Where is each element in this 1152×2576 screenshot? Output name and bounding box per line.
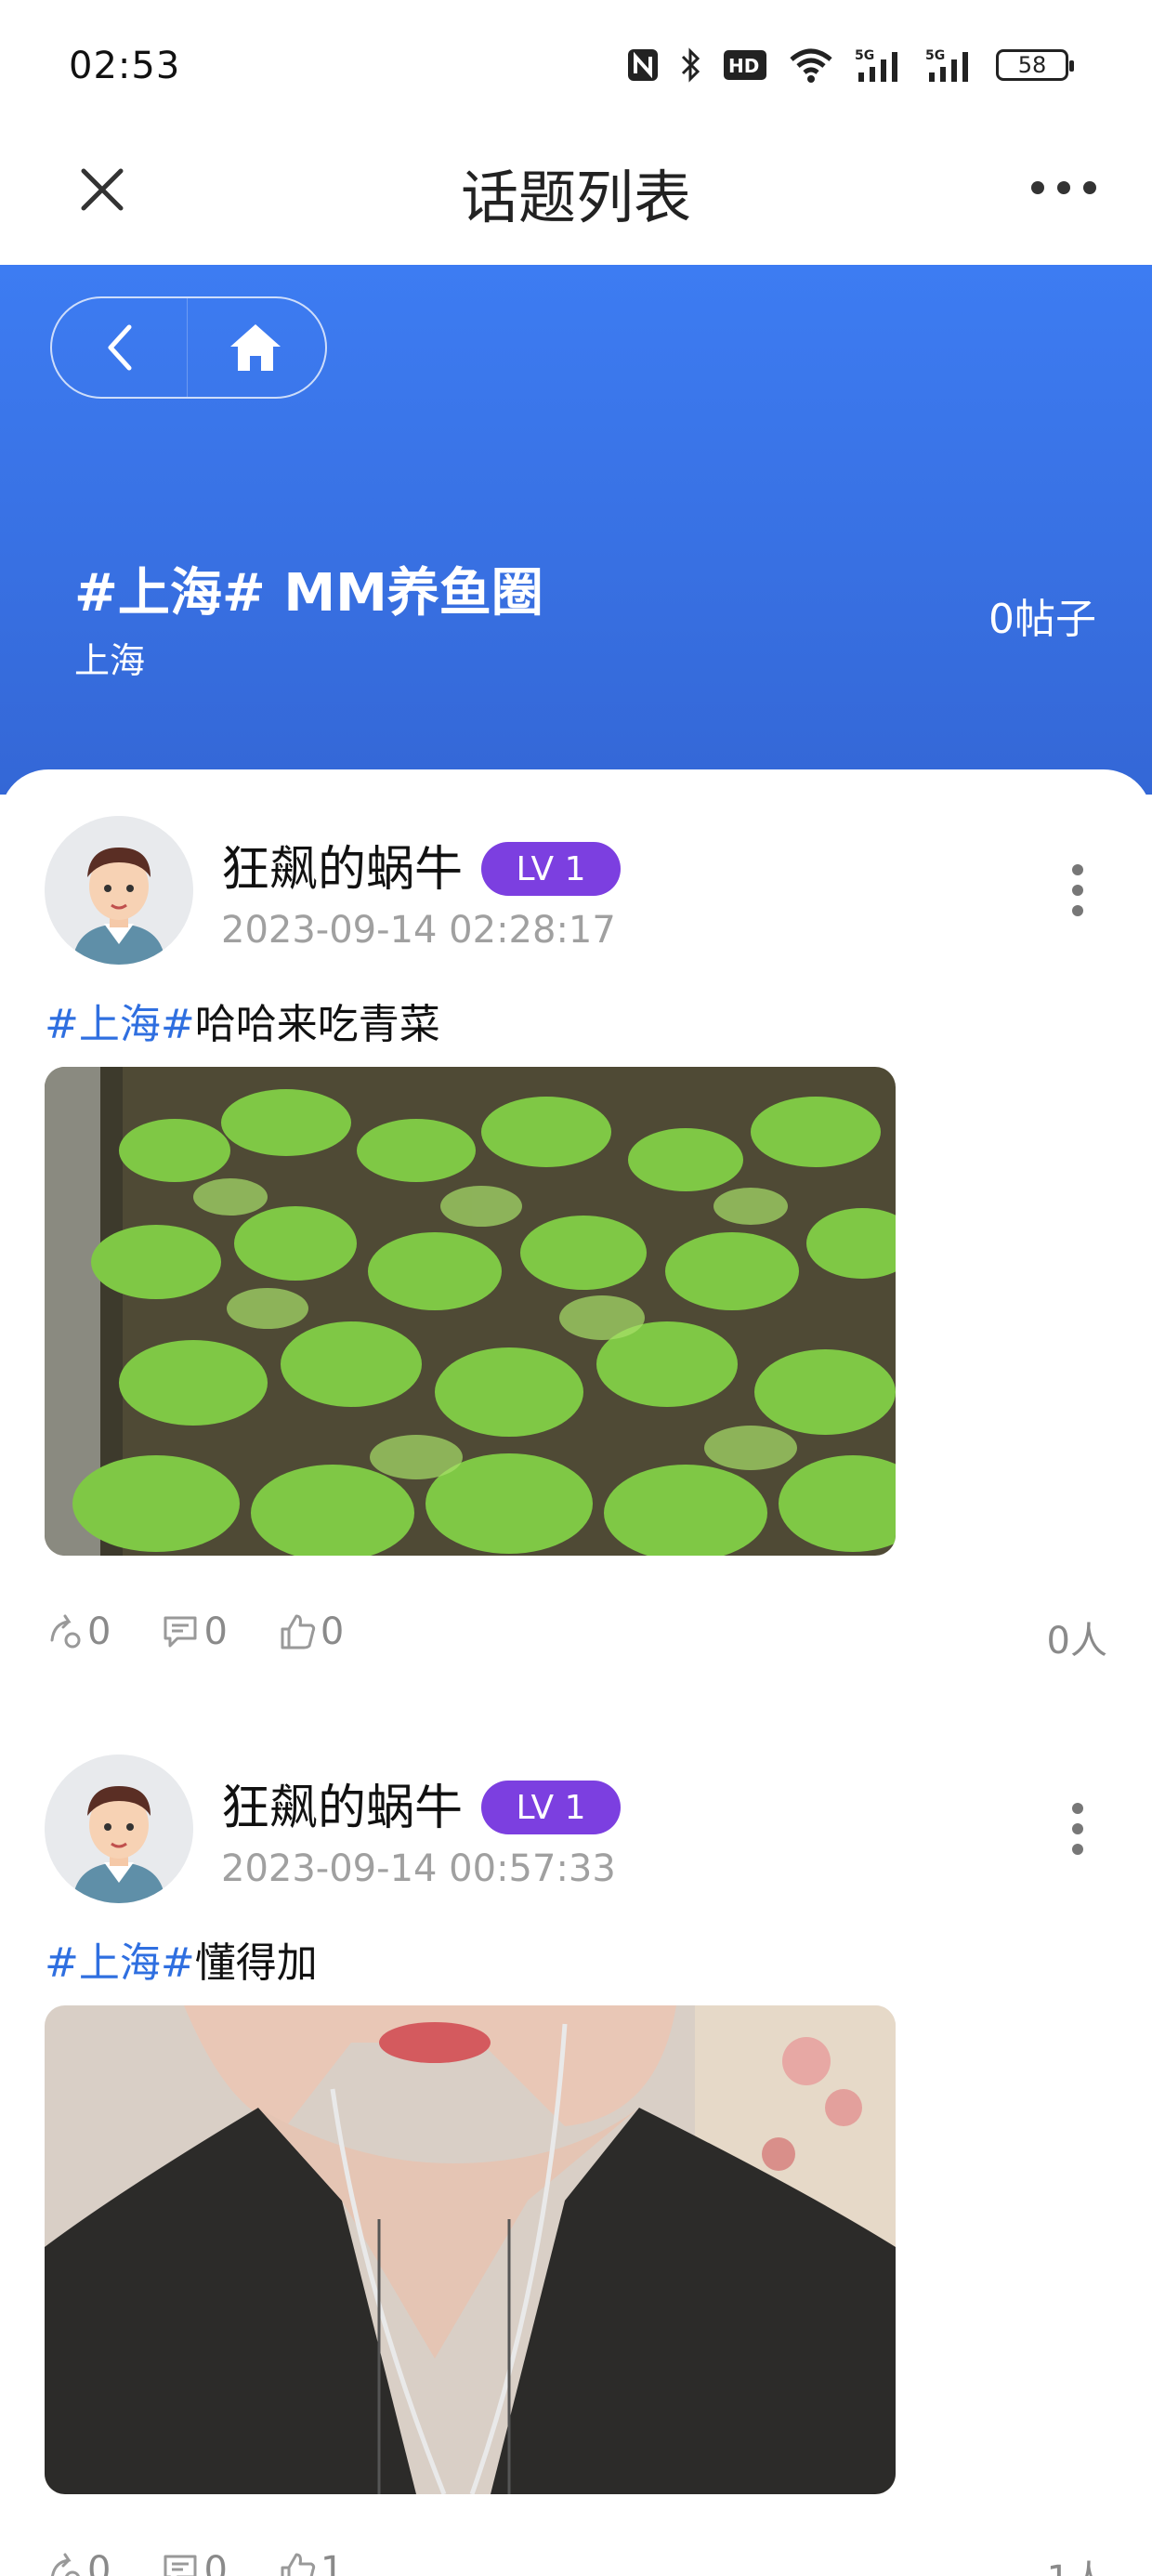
post-count: 0帖子	[988, 596, 1096, 643]
avatar[interactable]	[45, 1755, 193, 1903]
nfc-icon	[628, 49, 658, 81]
battery-level: 58	[1017, 52, 1047, 78]
post-body: 哈哈来吃青菜	[194, 1001, 440, 1048]
share-icon	[50, 1614, 81, 1649]
post-image[interactable]	[45, 1067, 896, 1556]
menu-dot	[1072, 1844, 1083, 1855]
post-actions: 0 0 1	[45, 2549, 344, 2576]
signal-5g-icon-2: 5G	[925, 48, 968, 82]
home-button[interactable]	[188, 298, 323, 397]
post-actions: 0 0 0	[45, 1610, 344, 1653]
thumbs-up-icon	[281, 1614, 316, 1649]
bluetooth-icon	[681, 47, 700, 83]
like-count: 1	[320, 2549, 345, 2576]
post-text: #上海#哈哈来吃青菜	[45, 991, 440, 1050]
more-dot	[1057, 181, 1070, 194]
level-badge: LV 1	[481, 842, 621, 896]
signal-5g-icon-1: 5G	[855, 48, 897, 82]
share-action[interactable]: 0	[45, 1610, 111, 1653]
avatar-illustration-icon	[45, 816, 193, 965]
share-count: 0	[87, 1610, 111, 1653]
like-action[interactable]: 0	[278, 1610, 344, 1653]
menu-dot	[1072, 1823, 1083, 1834]
post-text: #上海#懂得加	[45, 1929, 318, 1989]
comment-action[interactable]: 0	[161, 2549, 228, 2576]
thumbs-up-icon	[281, 2553, 316, 2576]
comment-icon	[164, 1616, 197, 1648]
more-dot	[1031, 181, 1044, 194]
hd-icon: HD	[724, 50, 766, 80]
like-action[interactable]: 1	[278, 2549, 344, 2576]
portrait-photo	[45, 2005, 896, 2494]
comment-action[interactable]: 0	[161, 1610, 228, 1653]
topic-title: #上海# MM养鱼圈	[74, 563, 543, 624]
nav-capsule	[50, 296, 327, 399]
level-badge: LV 1	[481, 1781, 621, 1834]
svg-text:5G: 5G	[855, 48, 874, 63]
like-count: 0	[320, 1610, 345, 1653]
viewer-count: 1人	[1047, 2549, 1107, 2576]
svg-text:HD: HD	[728, 55, 759, 77]
comment-count: 0	[203, 2549, 228, 2576]
wifi-icon	[790, 48, 832, 83]
post-time: 2023-09-14 00:57:33	[221, 1847, 616, 1890]
more-options-button[interactable]	[1031, 169, 1096, 206]
avatar[interactable]	[45, 816, 193, 965]
status-bar: 02:53 HD 5G 5G 58	[0, 0, 1152, 130]
avatar-illustration-icon	[45, 1755, 193, 1903]
vegetable-photo	[45, 1067, 896, 1556]
comment-count: 0	[203, 1610, 228, 1653]
menu-dot	[1072, 1803, 1083, 1814]
topic-tag-link[interactable]: #上海#	[45, 1001, 195, 1048]
status-time: 02:53	[69, 45, 181, 87]
post-time: 2023-09-14 02:28:17	[221, 909, 616, 952]
share-count: 0	[87, 2549, 111, 2576]
post-menu-button[interactable]	[1070, 1803, 1085, 1855]
home-icon	[230, 324, 281, 371]
post-card[interactable]: 狂飙的蜗牛 LV 1 2023-09-14 00:57:33 #上海#懂得加 0…	[0, 1708, 1152, 2576]
chevron-left-icon	[108, 324, 131, 371]
post-image[interactable]	[45, 2005, 896, 2494]
post-card[interactable]: 狂飙的蜗牛 LV 1 2023-09-14 02:28:17 #上海#哈哈来吃青…	[0, 769, 1152, 1708]
topic-location: 上海	[74, 640, 146, 681]
title-bar: 话题列表	[0, 130, 1152, 265]
share-icon	[50, 2553, 80, 2576]
viewer-count: 0人	[1046, 1620, 1107, 1663]
menu-dot	[1072, 864, 1083, 875]
post-list: 狂飙的蜗牛 LV 1 2023-09-14 02:28:17 #上海#哈哈来吃青…	[0, 769, 1152, 2576]
comment-icon	[164, 2555, 197, 2576]
status-icons: HD 5G 5G 58	[626, 46, 1074, 84]
svg-text:5G: 5G	[925, 48, 945, 63]
menu-dot	[1072, 885, 1083, 896]
more-dot	[1083, 181, 1096, 194]
share-action[interactable]: 0	[45, 2549, 111, 2576]
menu-dot	[1072, 905, 1083, 916]
page-title: 话题列表	[460, 164, 691, 231]
back-button[interactable]	[52, 298, 188, 397]
battery-icon: 58	[996, 49, 1074, 81]
post-menu-button[interactable]	[1070, 864, 1085, 916]
author-name[interactable]: 狂飙的蜗牛	[221, 830, 463, 900]
author-name[interactable]: 狂飙的蜗牛	[221, 1768, 463, 1838]
topic-header: #上海# MM养鱼圈 上海 0帖子	[0, 265, 1152, 795]
topic-tag-link[interactable]: #上海#	[45, 1939, 195, 1987]
post-body: 懂得加	[194, 1939, 318, 1987]
